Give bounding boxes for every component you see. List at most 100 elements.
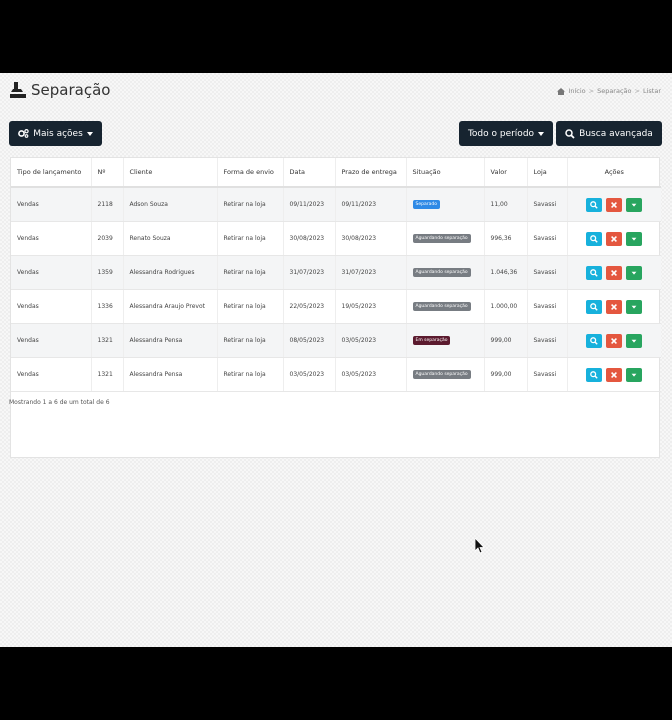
cell-data: 03/05/2023	[283, 357, 336, 392]
cell-numero: 1359	[91, 255, 124, 290]
close-icon	[611, 235, 618, 242]
close-icon	[611, 303, 618, 310]
table-header-row: Tipo de lançamento Nº Cliente Forma de e…	[11, 158, 661, 188]
cell-situacao: Aguardando separação	[406, 357, 485, 392]
cell-tipo: Vendas	[11, 187, 92, 222]
more-options-button[interactable]	[626, 197, 643, 212]
table-row: Vendas 1336 Alessandra Araujo Prevot Retira…	[11, 289, 661, 324]
cell-cliente: Alessandra Araujo Prevot	[123, 289, 218, 324]
column-header: Ações	[567, 158, 661, 188]
pagination-summary: Mostrando 1 a 6 de um total de 6	[9, 399, 110, 406]
period-dropdown[interactable]: Todo o período	[459, 121, 553, 146]
cell-tipo: Vendas	[11, 255, 92, 290]
cell-numero: 1321	[91, 323, 124, 358]
cell-tipo: Vendas	[11, 289, 92, 324]
breadcrumb-item-inicio[interactable]: Início	[568, 87, 585, 95]
page-header: Separação	[10, 81, 110, 99]
advanced-search-button[interactable]: Busca avançada	[556, 121, 662, 146]
cell-acoes	[567, 187, 661, 222]
cell-cliente: Alessandra Rodrigues	[123, 255, 218, 290]
search-icon	[590, 200, 598, 209]
cancel-button[interactable]	[606, 197, 623, 212]
column-header[interactable]: Nº	[91, 158, 124, 188]
cell-prazo: 03/05/2023	[335, 323, 407, 358]
column-header[interactable]: Forma de envio	[217, 158, 284, 188]
period-label: Todo o período	[467, 128, 535, 139]
column-header[interactable]: Cliente	[123, 158, 218, 188]
view-button[interactable]	[586, 367, 603, 382]
cell-tipo: Vendas	[11, 323, 92, 358]
status-badge: Aguardando separação	[412, 233, 471, 244]
cell-loja: Savassi	[527, 255, 568, 290]
cell-prazo: 19/05/2023	[335, 289, 407, 324]
cell-valor: 996,36	[484, 221, 528, 256]
cell-cliente: Alessandra Pensa	[123, 357, 218, 392]
search-icon	[590, 234, 598, 243]
cancel-button[interactable]	[606, 265, 623, 280]
cancel-button[interactable]	[606, 299, 623, 314]
cancel-button[interactable]	[606, 333, 623, 348]
more-actions-label: Mais ações	[33, 128, 83, 139]
cell-valor: 1.046,36	[484, 255, 528, 290]
separation-table-card: Tipo de lançamento Nº Cliente Forma de e…	[10, 157, 662, 458]
column-header[interactable]: Situação	[406, 158, 485, 188]
more-options-button[interactable]	[626, 333, 643, 348]
row-actions	[568, 231, 662, 246]
cancel-button[interactable]	[606, 231, 623, 246]
cell-data: 22/05/2023	[283, 289, 336, 324]
cell-loja: Savassi	[527, 289, 568, 324]
caret-down-icon	[631, 305, 637, 309]
more-actions-button[interactable]: Mais ações	[9, 121, 102, 146]
status-badge: Aguardando separação	[412, 369, 471, 380]
column-header[interactable]: Valor	[484, 158, 528, 188]
close-icon	[611, 201, 618, 208]
cell-prazo: 30/08/2023	[335, 221, 407, 256]
status-badge: Aguardando separação	[412, 301, 471, 312]
advanced-search-label: Busca avançada	[579, 128, 653, 139]
cell-numero: 1321	[91, 357, 124, 392]
cell-situacao: Separado	[406, 187, 485, 222]
cell-loja: Savassi	[527, 323, 568, 358]
cancel-button[interactable]	[606, 367, 623, 382]
column-header[interactable]: Data	[283, 158, 336, 188]
cell-numero: 2039	[91, 221, 124, 256]
close-icon	[611, 371, 618, 378]
table-row: Vendas 2118 Adson Souza Retirar na loja 09/1…	[11, 187, 661, 222]
app-screen: Separação Início > Separação > Listar Ma…	[0, 73, 672, 647]
cell-situacao: Aguardando separação	[406, 289, 485, 324]
table-row: Vendas 1359 Alessandra Rodrigues Retirar na…	[11, 255, 661, 290]
separation-icon	[10, 82, 26, 98]
column-header[interactable]: Loja	[527, 158, 568, 188]
cell-numero: 1336	[91, 289, 124, 324]
caret-down-icon	[538, 131, 545, 136]
view-button[interactable]	[586, 333, 603, 348]
column-header[interactable]: Prazo de entrega	[335, 158, 407, 188]
column-header[interactable]: Tipo de lançamento	[11, 158, 92, 188]
cell-forma-envio: Retirar na loja	[217, 323, 284, 358]
view-button[interactable]	[586, 299, 603, 314]
cell-acoes	[567, 289, 661, 324]
search-icon	[590, 370, 598, 379]
view-button[interactable]	[586, 197, 603, 212]
caret-down-icon	[86, 131, 93, 136]
cell-prazo: 09/11/2023	[335, 187, 407, 222]
more-options-button[interactable]	[626, 367, 643, 382]
cell-data: 08/05/2023	[283, 323, 336, 358]
close-icon	[611, 269, 618, 276]
row-actions	[568, 197, 662, 212]
cell-forma-envio: Retirar na loja	[217, 357, 284, 392]
home-icon	[557, 87, 566, 95]
breadcrumb-item-separacao[interactable]: Separação	[597, 87, 631, 95]
more-options-button[interactable]	[626, 299, 643, 314]
cell-acoes	[567, 323, 661, 358]
cell-forma-envio: Retirar na loja	[217, 221, 284, 256]
view-button[interactable]	[586, 265, 603, 280]
view-button[interactable]	[586, 231, 603, 246]
cell-forma-envio: Retirar na loja	[217, 289, 284, 324]
table-row: Vendas 2039 Renato Souza Retirar na loja 30/…	[11, 221, 662, 256]
cell-prazo: 31/07/2023	[335, 255, 407, 290]
cell-valor: 1.000,00	[484, 289, 528, 324]
search-icon	[590, 268, 598, 277]
more-options-button[interactable]	[626, 265, 643, 280]
more-options-button[interactable]	[626, 231, 643, 246]
